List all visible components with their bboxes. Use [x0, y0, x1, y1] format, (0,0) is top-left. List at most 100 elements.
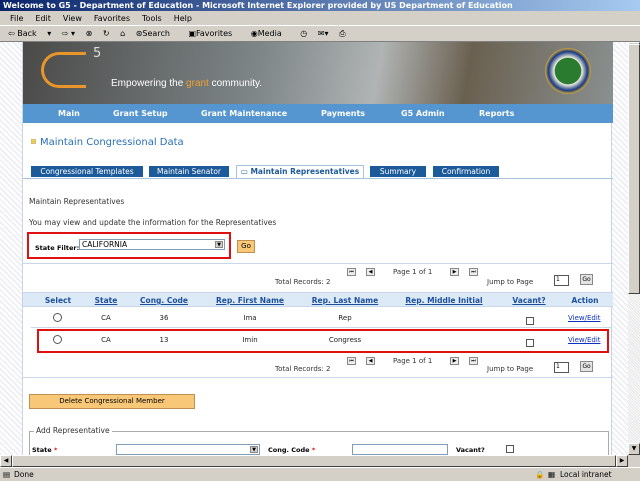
jump-go-button[interactable]: Go [580, 361, 593, 372]
scroll-thumb[interactable] [12, 455, 616, 467]
first-page-icon[interactable]: ⏮ [347, 357, 356, 365]
home-icon[interactable]: ⌂ [120, 29, 125, 38]
state-filter-label: State Filter: [35, 244, 80, 252]
first-page-icon[interactable]: ⏮ [347, 268, 356, 276]
jump-go-button[interactable]: Go [580, 274, 593, 285]
next-page-icon[interactable]: ▶ [450, 268, 459, 276]
scroll-down-icon[interactable]: ▼ [628, 443, 640, 455]
vacant-checkbox[interactable] [526, 317, 534, 325]
cong-code-input[interactable] [352, 444, 448, 455]
header-cong-code[interactable]: Cong. Code [131, 296, 197, 305]
back-button[interactable]: ⇦ Back ▾ [8, 29, 51, 38]
menu-help[interactable]: Help [174, 14, 192, 23]
menu-bar: File Edit View Favorites Tools Help [0, 11, 640, 26]
cell-code: 36 [159, 314, 169, 322]
table-header: Select State Cong. Code Rep. First Name … [23, 292, 613, 307]
vacant-label: Vacant? [456, 446, 485, 454]
header-state[interactable]: State [89, 296, 123, 305]
select-radio[interactable] [53, 313, 62, 322]
nav-grant-maintenance[interactable]: Grant Maintenance [201, 104, 287, 123]
divider [23, 263, 613, 264]
total-records: Total Records: 2 [275, 365, 331, 373]
prev-page-icon[interactable]: ◀ [366, 357, 375, 365]
view-edit-link[interactable]: View/Edit [568, 314, 601, 322]
prev-page-icon[interactable]: ◀ [366, 268, 375, 276]
page-icon: ▤ [3, 470, 11, 479]
tab-maintain-representatives[interactable]: ▭ Maintain Representatives [236, 165, 364, 179]
zone-text: Local intranet [560, 470, 612, 479]
header-last-name[interactable]: Rep. Last Name [303, 296, 387, 305]
banner: 5 Empowering the grant community. [23, 42, 613, 104]
cell-first-name: Ima [243, 314, 257, 322]
scroll-left-icon[interactable]: ◀ [0, 455, 12, 467]
state-filter-select[interactable]: CALIFORNIA ▼ [79, 239, 225, 250]
page-content: 5 Empowering the grant community. Main G… [22, 42, 613, 455]
jump-page-input[interactable]: 1 [554, 362, 569, 373]
header-first-name[interactable]: Rep. First Name [207, 296, 293, 305]
jump-page-input[interactable]: 1 [554, 275, 569, 286]
header-middle-initial[interactable]: Rep. Middle Initial [391, 296, 497, 305]
menu-view[interactable]: View [63, 14, 82, 23]
nav-payments[interactable]: Payments [321, 104, 365, 123]
nav-main[interactable]: Main [58, 104, 80, 123]
tab-maintain-senator[interactable]: Maintain Senator [149, 166, 229, 178]
status-bar: ▤ Done 🔒 ▦ Local intranet [0, 467, 640, 480]
menu-edit[interactable]: Edit [35, 14, 51, 23]
page-title: Maintain Congressional Data [31, 137, 184, 148]
scroll-thumb[interactable] [628, 44, 640, 294]
last-page-icon[interactable]: ⏭ [469, 268, 478, 276]
history-icon[interactable]: ◷ [300, 29, 307, 38]
filter-go-button[interactable]: Go [237, 240, 255, 253]
state-select[interactable]: ▼ [116, 444, 260, 455]
mail-icon[interactable]: ✉▾ [318, 29, 329, 38]
row-highlight [37, 329, 609, 353]
chevron-down-icon: ▼ [215, 241, 223, 248]
nav-reports[interactable]: Reports [479, 104, 514, 123]
bullet-icon [31, 139, 36, 144]
tagline: Empowering the grant community. [111, 78, 263, 89]
window-title: Welcome to G5 - Department of Education … [0, 0, 640, 11]
print-icon[interactable]: ⎙ [339, 29, 345, 38]
state-label: State * [32, 446, 58, 454]
row-divider [31, 327, 611, 328]
nav-g5-admin[interactable]: G5 Admin [401, 104, 445, 123]
jump-label: Jump to Page [487, 365, 534, 373]
fieldset-legend: Add Representative [34, 426, 112, 435]
horizontal-scrollbar[interactable]: ◀ ▶ [0, 455, 628, 467]
nav-grant-setup[interactable]: Grant Setup [113, 104, 168, 123]
cong-code-label: Cong. Code * [268, 446, 316, 454]
page-indicator: Page 1 of 1 [393, 268, 433, 276]
browser-toolbar: ⇦ Back ▾ ⇨ ▾ ⊗ ↻ ⌂ ⊛Search ▣Favorites ◉M… [0, 26, 640, 42]
status-text: Done [14, 470, 34, 479]
tab-summary[interactable]: Summary [370, 166, 426, 178]
vacant-checkbox[interactable] [506, 445, 514, 453]
divider [23, 377, 613, 378]
delete-congressional-member-button[interactable]: Delete Congressional Member [29, 394, 195, 409]
scroll-right-icon[interactable]: ▶ [616, 455, 628, 467]
forward-button[interactable]: ⇨ ▾ [62, 29, 75, 38]
header-action: Action [571, 296, 599, 305]
section-title: Maintain Representatives [29, 197, 125, 206]
cell-state: CA [101, 314, 111, 322]
tab-confirmation[interactable]: Confirmation [433, 166, 499, 178]
media-button[interactable]: ◉Media [251, 29, 290, 38]
g5-logo [41, 52, 86, 88]
favorites-button[interactable]: ▣Favorites [188, 29, 240, 38]
last-page-icon[interactable]: ⏭ [469, 357, 478, 365]
refresh-icon[interactable]: ↻ [103, 29, 110, 38]
search-button[interactable]: ⊛Search [136, 29, 178, 38]
menu-favorites[interactable]: Favorites [94, 14, 130, 23]
tab-congressional-templates[interactable]: Congressional Templates [31, 166, 143, 178]
stop-icon[interactable]: ⊗ [86, 29, 93, 38]
main-nav: Main Grant Setup Grant Maintenance Payme… [23, 104, 613, 123]
next-page-icon[interactable]: ▶ [450, 357, 459, 365]
header-select: Select [44, 296, 72, 305]
intranet-icon: ▦ [548, 470, 556, 479]
lock-icon: 🔒 [535, 470, 545, 479]
menu-tools[interactable]: Tools [142, 14, 162, 23]
vertical-scrollbar[interactable]: ▲ ▼ [628, 42, 640, 455]
header-vacant[interactable]: Vacant? [501, 296, 557, 305]
description: You may view and update the information … [29, 218, 277, 227]
menu-file[interactable]: File [10, 14, 23, 23]
chevron-down-icon: ▼ [250, 446, 258, 453]
